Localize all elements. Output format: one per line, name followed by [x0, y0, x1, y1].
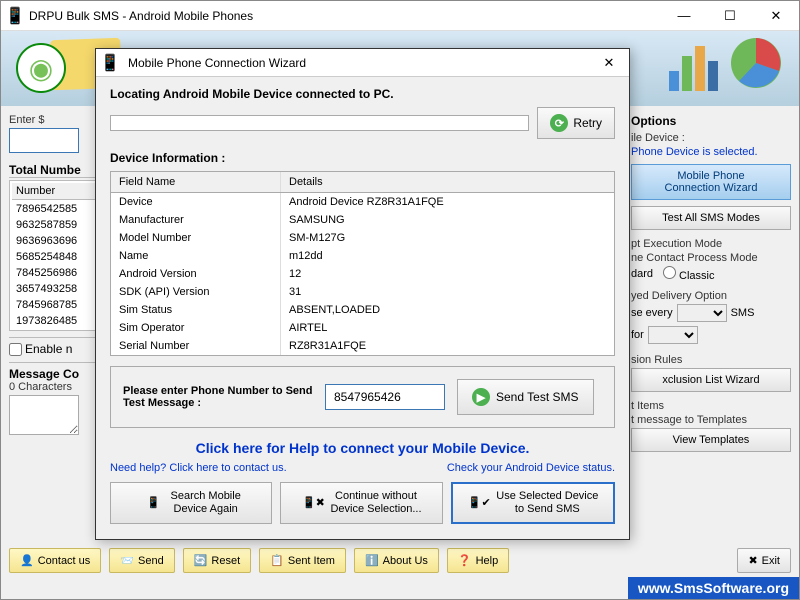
mode-radio-row: dard Classic [631, 266, 791, 282]
radio-standard[interactable]: dard [631, 268, 653, 280]
test-phone-input[interactable] [325, 384, 445, 410]
test-sms-box: Please enter Phone Number to Send Test M… [110, 366, 615, 428]
banner-charts [664, 36, 784, 96]
search-again-button[interactable]: 📱 Search Mobile Device Again [110, 482, 272, 524]
connection-wizard-button[interactable]: Mobile Phone Connection Wizard [631, 164, 791, 200]
enable-checkbox[interactable] [9, 343, 22, 356]
main-title: DRPU Bulk SMS - Android Mobile Phones [29, 9, 661, 23]
device-info-label: Device Information : [110, 151, 615, 165]
col-field-name[interactable]: Field Name [111, 172, 281, 192]
for-select[interactable] [648, 326, 698, 344]
test-label: Please enter Phone Number to Send Test M… [123, 385, 313, 409]
rules-label: sion Rules [631, 354, 791, 366]
delayed-label: yed Delivery Option [631, 290, 791, 302]
options-title: Options [631, 114, 791, 128]
help-icon: ❓ [458, 554, 472, 567]
bottom-toolbar: 👤Contact us 📨Send 🔄Reset 📋Sent Item ℹ️Ab… [9, 548, 791, 573]
for-row: for [631, 326, 791, 344]
use-selected-button[interactable]: 📱✔ Use Selected Device to Send SMS [451, 482, 615, 524]
ile-device-label: ile Device : [631, 132, 791, 144]
need-help-link[interactable]: Need help? Click here to contact us. [110, 462, 287, 474]
phone-x-icon: 📱✖ [301, 491, 325, 515]
message-textarea[interactable] [9, 395, 79, 435]
radio-classic[interactable]: Classic [663, 266, 714, 282]
device-info-row: Sim OperatorAIRTEL [111, 319, 614, 337]
device-info-table: Field Name Details DeviceAndroid Device … [110, 171, 615, 356]
play-icon: ▶ [472, 388, 490, 406]
right-panel: Options ile Device : Phone Device is sel… [631, 114, 791, 553]
main-titlebar: 📱 DRPU Bulk SMS - Android Mobile Phones … [1, 1, 799, 31]
progress-bar [110, 115, 529, 131]
device-info-row: DeviceAndroid Device RZ8R31A1FQE [111, 193, 614, 211]
close-button[interactable]: ✕ [753, 1, 799, 31]
help-button[interactable]: ❓Help [447, 548, 509, 573]
maximize-button[interactable]: ☐ [707, 1, 753, 31]
device-selected-msg: Phone Device is selected. [631, 146, 791, 158]
device-info-row: Android Version12 [111, 265, 614, 283]
dialog-icon: 📱 [102, 55, 118, 71]
phone-check-icon: 📱✔ [467, 491, 491, 515]
se-every-row: se every SMS [631, 304, 791, 322]
device-info-row: Sim StatusABSENT,LOADED [111, 301, 614, 319]
sub-links: Need help? Click here to contact us. Che… [110, 462, 615, 474]
col-details[interactable]: Details [281, 172, 614, 192]
connection-wizard-dialog: 📱 Mobile Phone Connection Wizard ✕ Locat… [95, 48, 630, 540]
send-icon: 📨 [120, 554, 134, 567]
send-test-sms-button[interactable]: ▶ Send Test SMS [457, 379, 594, 415]
url-bar: www.SmsSoftware.org [628, 577, 799, 599]
view-templates-button[interactable]: View Templates [631, 428, 791, 452]
action-row: 📱 Search Mobile Device Again 📱✖ Continue… [110, 482, 615, 524]
exit-button[interactable]: ✖Exit [737, 548, 791, 573]
info-icon: ℹ️ [365, 554, 379, 567]
exec-mode-label: pt Execution Mode [631, 238, 791, 250]
send-button[interactable]: 📨Send [109, 548, 174, 573]
exclusion-wizard-button[interactable]: xclusion List Wizard [631, 368, 791, 392]
device-info-row: SDK (API) Version31 [111, 283, 614, 301]
help-link[interactable]: Click here for Help to connect your Mobi… [110, 440, 615, 456]
about-us-button[interactable]: ℹ️About Us [354, 548, 439, 573]
person-icon: 👤 [20, 554, 34, 567]
dialog-titlebar: 📱 Mobile Phone Connection Wizard ✕ [96, 49, 629, 77]
dialog-close-button[interactable]: ✕ [589, 55, 629, 71]
device-info-row: ManufacturerSAMSUNG [111, 211, 614, 229]
refresh-icon: ⟳ [550, 114, 568, 132]
phone-search-icon: 📱 [142, 491, 166, 515]
device-info-row: Serial NumberRZ8R31A1FQE [111, 337, 614, 355]
reset-button[interactable]: 🔄Reset [183, 548, 251, 573]
app-icon: 📱 [7, 8, 23, 24]
items-label: t Items [631, 400, 791, 412]
dialog-heading: Locating Android Mobile Device connected… [110, 87, 615, 101]
check-status-link[interactable]: Check your Android Device status. [447, 462, 615, 474]
process-mode-label: ne Contact Process Mode [631, 252, 791, 264]
templates-label: t message to Templates [631, 414, 791, 426]
pie-chart-icon [729, 36, 784, 91]
enter-input[interactable] [9, 128, 79, 153]
test-all-sms-button[interactable]: Test All SMS Modes [631, 206, 791, 230]
device-info-row: Namem12dd [111, 247, 614, 265]
sent-icon: 📋 [270, 554, 284, 567]
every-select[interactable] [677, 304, 727, 322]
device-info-row: Model NumberSM-M127G [111, 229, 614, 247]
continue-without-button[interactable]: 📱✖ Continue without Device Selection... [280, 482, 442, 524]
progress-row: ⟳ Retry [110, 107, 615, 139]
contact-us-button[interactable]: 👤Contact us [9, 548, 101, 573]
dialog-body: Locating Android Mobile Device connected… [96, 77, 629, 534]
android-icon: ◉ [16, 43, 66, 93]
dialog-title: Mobile Phone Connection Wizard [124, 56, 589, 70]
sent-item-button[interactable]: 📋Sent Item [259, 548, 346, 573]
reset-icon: 🔄 [194, 554, 208, 567]
minimize-button[interactable]: — [661, 1, 707, 31]
exit-icon: ✖ [748, 554, 757, 567]
bar-chart-icon [664, 36, 724, 96]
retry-button[interactable]: ⟳ Retry [537, 107, 615, 139]
